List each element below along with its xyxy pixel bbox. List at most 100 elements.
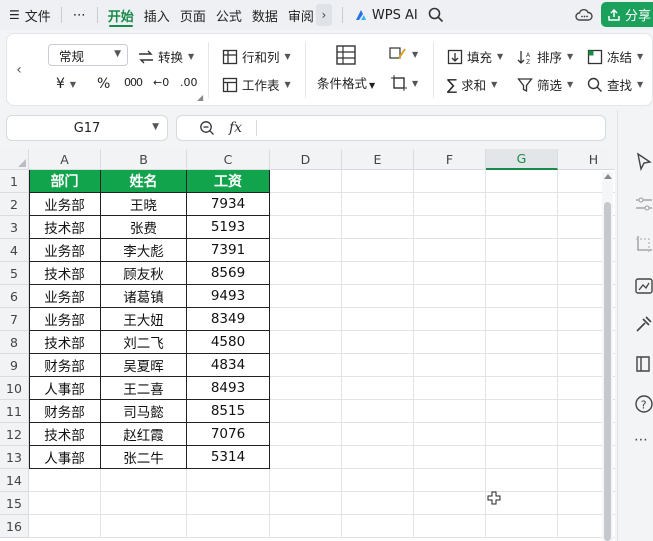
table-cell[interactable]: 技术部 xyxy=(29,423,101,446)
grid-cell-g16[interactable] xyxy=(486,515,558,538)
grid-cell-f8[interactable] xyxy=(414,331,486,354)
formula-bar[interactable]: fx xyxy=(176,115,606,141)
grid-cell-g13[interactable] xyxy=(486,446,558,469)
grid-cell-g14[interactable] xyxy=(486,469,558,492)
grid-cell-f2[interactable] xyxy=(414,193,486,216)
decrease-decimal-button[interactable]: .00 xyxy=(180,76,198,89)
filter-button[interactable]: 筛选 ▼ xyxy=(517,75,573,94)
grid-cell-g5[interactable] xyxy=(486,262,558,285)
grid-cell-g8[interactable] xyxy=(486,331,558,354)
grid-cell-d7[interactable] xyxy=(270,308,342,331)
grid-cell-d15[interactable] xyxy=(270,492,342,515)
grid-cell-d3[interactable] xyxy=(270,216,342,239)
table-cell[interactable]: 7934 xyxy=(187,193,270,216)
grid-cell-e6[interactable] xyxy=(342,285,414,308)
tab-data[interactable]: 数据 xyxy=(247,0,283,30)
grid-cell-f11[interactable] xyxy=(414,400,486,423)
find-button[interactable]: 查找 ▼ xyxy=(587,75,643,94)
grid-cell-f6[interactable] xyxy=(414,285,486,308)
table-cell[interactable]: 张二牛 xyxy=(101,446,187,469)
table-cell[interactable]: 王二喜 xyxy=(101,377,187,400)
row-header-4[interactable]: 4 xyxy=(0,239,29,262)
table-cell[interactable]: 技术部 xyxy=(29,262,101,285)
grid-cell-d2[interactable] xyxy=(270,193,342,216)
grid-cell-f5[interactable] xyxy=(414,262,486,285)
column-header-b[interactable]: B xyxy=(101,149,187,170)
table-cell[interactable]: 9493 xyxy=(187,285,270,308)
row-header-12[interactable]: 12 xyxy=(0,423,29,446)
share-button[interactable]: 分享 xyxy=(601,2,653,27)
search-button[interactable] xyxy=(424,0,448,30)
grid-cell-e2[interactable] xyxy=(342,193,414,216)
grid-cell-e3[interactable] xyxy=(342,216,414,239)
grid-cell-g7[interactable] xyxy=(486,308,558,331)
column-header-g[interactable]: G xyxy=(486,149,558,170)
table-cell[interactable]: 王晓 xyxy=(101,193,187,216)
column-header-h[interactable]: H xyxy=(558,149,615,170)
tab-insert[interactable]: 插入 xyxy=(139,0,175,30)
scrollbar-thumb[interactable] xyxy=(604,202,611,541)
row-header-9[interactable]: 9 xyxy=(0,354,29,377)
table-cell[interactable]: 吴夏晖 xyxy=(101,354,187,377)
column-header-a[interactable]: A xyxy=(29,149,101,170)
convert-button[interactable]: 转换 ▼ xyxy=(138,47,194,66)
menu-file[interactable]: ☰ 文件 xyxy=(0,0,56,30)
ribbon-scroll-left-button[interactable]: ‹ xyxy=(11,58,27,82)
column-header-c[interactable]: C xyxy=(187,149,270,170)
table-cell[interactable]: 人事部 xyxy=(29,446,101,469)
table-cell[interactable]: 业务部 xyxy=(29,285,101,308)
grid-cell-d8[interactable] xyxy=(270,331,342,354)
tab-formula[interactable]: 公式 xyxy=(211,0,247,30)
help-icon[interactable]: ? xyxy=(634,394,653,414)
table-cell[interactable]: 司马懿 xyxy=(101,400,187,423)
grid-cell-e12[interactable] xyxy=(342,423,414,446)
grid-cell-d16[interactable] xyxy=(270,515,342,538)
grid-cell-e1[interactable] xyxy=(342,170,414,193)
row-header-1[interactable]: 1 xyxy=(0,170,29,193)
grid-cell-g9[interactable] xyxy=(486,354,558,377)
border-button[interactable]: ▼ xyxy=(391,75,418,91)
table-cell[interactable]: 业务部 xyxy=(29,308,101,331)
grid-cell-f15[interactable] xyxy=(414,492,486,515)
column-header-f[interactable]: F xyxy=(414,149,486,170)
grid-cell-g11[interactable] xyxy=(486,400,558,423)
grid-cell-d6[interactable] xyxy=(270,285,342,308)
grid-cell-g12[interactable] xyxy=(486,423,558,446)
spreadsheet-grid[interactable]: A B C D E F G H 1 2 3 4 5 6 7 8 9 10 11 12 13 14 15 16 … xyxy=(0,149,615,541)
increase-decimal-button[interactable]: ←0 xyxy=(153,76,169,89)
grid-cell-f9[interactable] xyxy=(414,354,486,377)
table-cell[interactable]: 8569 xyxy=(187,262,270,285)
table-cell[interactable]: 8349 xyxy=(187,308,270,331)
cloud-sync-icon[interactable] xyxy=(575,6,593,24)
grid-cell-g1[interactable] xyxy=(486,170,558,193)
table-cell[interactable]: 8515 xyxy=(187,400,270,423)
wps-ai-button[interactable]: WPS AI xyxy=(348,0,424,30)
crop-frame-icon[interactable] xyxy=(634,234,653,254)
zoom-icon[interactable] xyxy=(199,120,215,136)
grid-cell-d4[interactable] xyxy=(270,239,342,262)
grid-cell[interactable] xyxy=(101,469,187,492)
grid-cell-e7[interactable] xyxy=(342,308,414,331)
table-cell[interactable]: 7076 xyxy=(187,423,270,446)
scroll-up-icon[interactable] xyxy=(604,174,612,179)
column-header-e[interactable]: E xyxy=(342,149,414,170)
table-cell[interactable]: 4834 xyxy=(187,354,270,377)
sum-button[interactable]: ∑ 求和 ▼ xyxy=(447,75,497,94)
fx-icon[interactable]: fx xyxy=(229,120,242,136)
tabs-scroll-right-button[interactable]: › xyxy=(315,4,332,26)
grid-cell-f12[interactable] xyxy=(414,423,486,446)
grid-cell[interactable] xyxy=(101,492,187,515)
grid-cell-e8[interactable] xyxy=(342,331,414,354)
table-cell[interactable]: 8493 xyxy=(187,377,270,400)
table-cell[interactable]: 5314 xyxy=(187,446,270,469)
chart-image-icon[interactable] xyxy=(634,276,653,296)
table-cell[interactable]: 赵红霞 xyxy=(101,423,187,446)
tab-home[interactable]: 开始 xyxy=(103,0,139,30)
worksheet-button[interactable]: 工作表 ▼ xyxy=(222,75,291,94)
format-dialog-launcher-icon[interactable]: ◢ xyxy=(197,93,203,102)
tab-page[interactable]: 页面 xyxy=(175,0,211,30)
row-header-16[interactable]: 16 xyxy=(0,515,29,538)
grid-cell[interactable] xyxy=(29,469,101,492)
table-cell[interactable]: 王大妞 xyxy=(101,308,187,331)
pointer-select-icon[interactable] xyxy=(634,152,653,172)
